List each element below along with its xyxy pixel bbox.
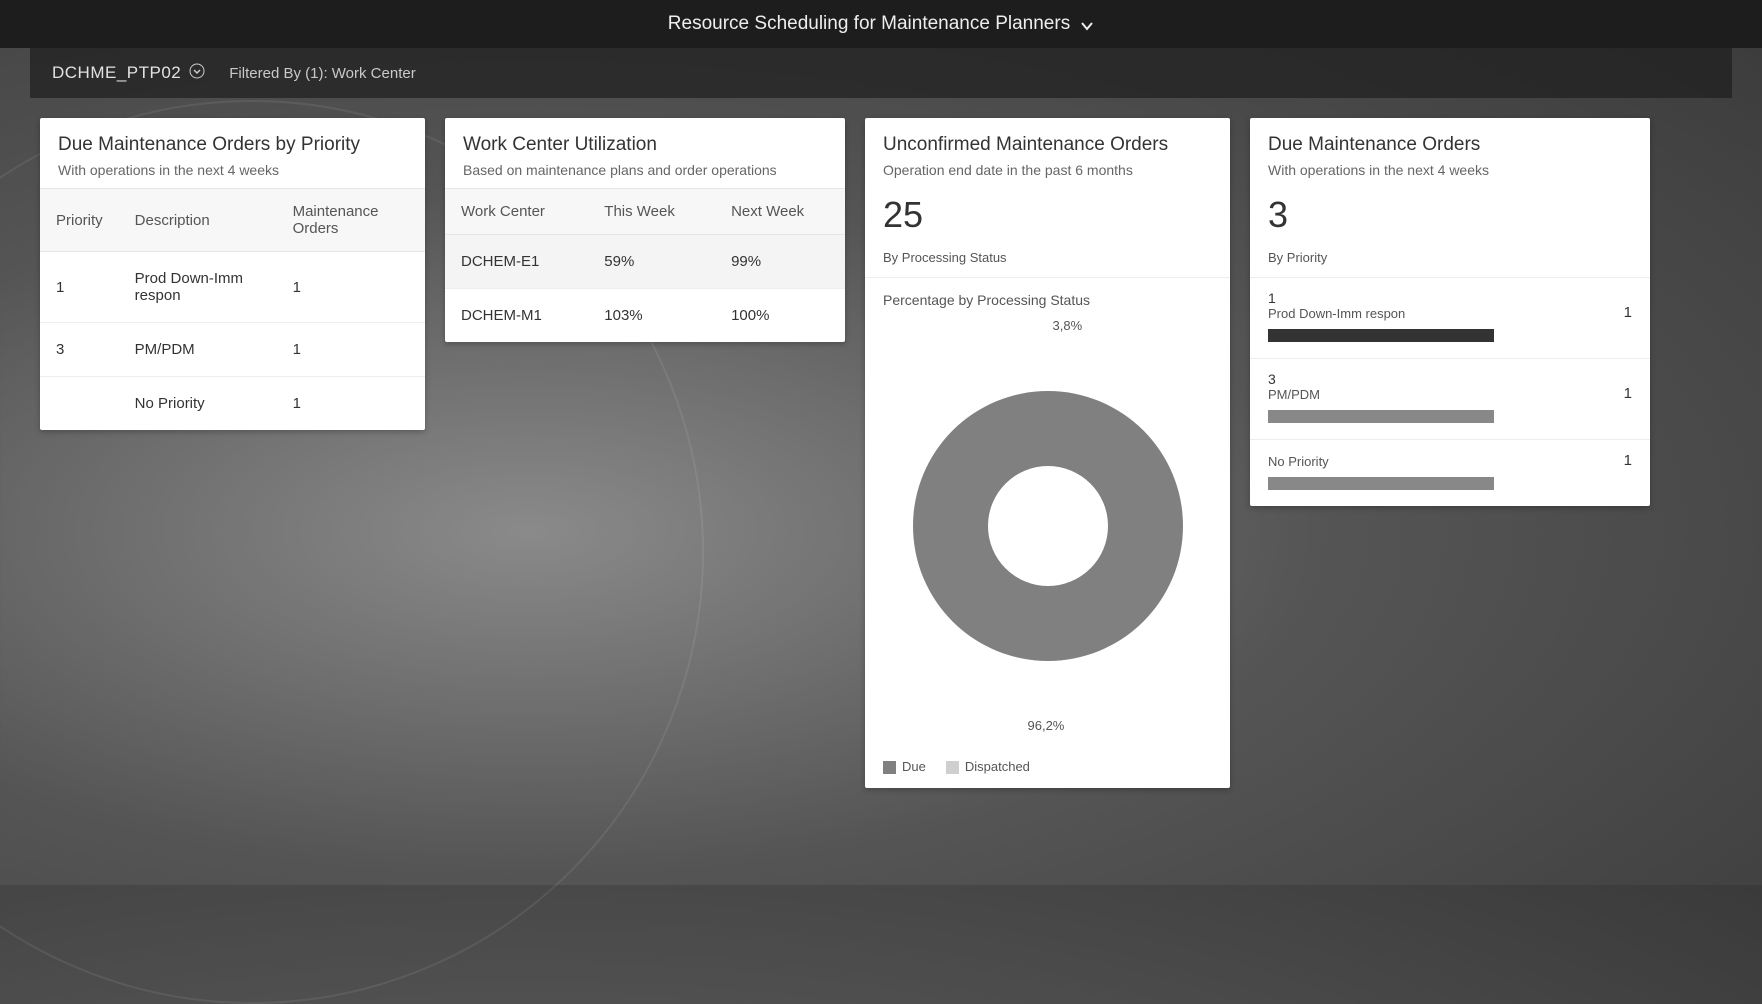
- card-title: Due Maintenance Orders by Priority: [58, 134, 407, 156]
- section-label: By Priority: [1250, 244, 1650, 278]
- card-due-orders-by-priority[interactable]: Due Maintenance Orders by Priority With …: [40, 118, 425, 430]
- card-subtitle: Based on maintenance plans and order ope…: [463, 162, 827, 178]
- chevron-down-icon: [1080, 17, 1094, 31]
- donut-chart: 3,8% 96,2%: [865, 308, 1230, 745]
- chart-legend: Due Dispatched: [865, 745, 1230, 788]
- page-title-dropdown[interactable]: Resource Scheduling for Maintenance Plan…: [668, 13, 1094, 35]
- slice-label-due: 96,2%: [1028, 718, 1065, 733]
- col-priority: Priority: [40, 189, 119, 252]
- bar-item[interactable]: 1 Prod Down-Imm respon 1: [1250, 278, 1650, 359]
- section-label: By Processing Status: [865, 244, 1230, 278]
- table-row[interactable]: DCHEM-E1 59% 99%: [445, 235, 845, 289]
- card-header: Due Maintenance Orders With operations i…: [1250, 118, 1650, 188]
- card-work-center-utilization[interactable]: Work Center Utilization Based on mainten…: [445, 118, 845, 342]
- bar-fill: [1268, 329, 1494, 342]
- col-next-week: Next Week: [715, 189, 845, 235]
- swatch-icon: [883, 761, 896, 774]
- utilization-table: Work Center This Week Next Week DCHEM-E1…: [445, 188, 845, 342]
- page-title: Resource Scheduling for Maintenance Plan…: [668, 13, 1070, 35]
- chevron-circle-down-icon: [189, 63, 205, 84]
- slice-label-dispatched: 3,8%: [1053, 318, 1083, 333]
- kpi-value: 25: [865, 188, 1230, 244]
- bar-item[interactable]: No Priority 1: [1250, 440, 1650, 506]
- filter-summary[interactable]: Filtered By (1): Work Center: [229, 65, 415, 82]
- col-orders: Maintenance Orders: [277, 189, 425, 252]
- card-container: Due Maintenance Orders by Priority With …: [0, 98, 1762, 808]
- legend-item-due: Due: [883, 759, 926, 774]
- table-row[interactable]: DCHEM-M1 103% 100%: [445, 289, 845, 343]
- card-subtitle: With operations in the next 4 weeks: [1268, 162, 1632, 178]
- bar-fill: [1268, 477, 1494, 490]
- page-header: Resource Scheduling for Maintenance Plan…: [0, 0, 1762, 48]
- table-row[interactable]: 3 PM/PDM 1: [40, 323, 425, 377]
- card-title: Due Maintenance Orders: [1268, 134, 1632, 156]
- legend-item-dispatched: Dispatched: [946, 759, 1030, 774]
- card-title: Unconfirmed Maintenance Orders: [883, 134, 1212, 156]
- sub-header: DCHME_PTP02 Filtered By (1): Work Center: [30, 48, 1732, 98]
- col-description: Description: [119, 189, 277, 252]
- table-row[interactable]: No Priority 1: [40, 377, 425, 431]
- col-work-center: Work Center: [445, 189, 588, 235]
- card-subtitle: Operation end date in the past 6 months: [883, 162, 1212, 178]
- chart-caption: Percentage by Processing Status: [865, 278, 1230, 308]
- card-header: Unconfirmed Maintenance Orders Operation…: [865, 118, 1230, 188]
- kpi-value: 3: [1250, 188, 1650, 244]
- priority-table: Priority Description Maintenance Orders …: [40, 188, 425, 430]
- bar-fill: [1268, 410, 1494, 423]
- variant-selector[interactable]: DCHME_PTP02: [52, 63, 205, 84]
- swatch-icon: [946, 761, 959, 774]
- table-row[interactable]: 1 Prod Down-Imm respon 1: [40, 252, 425, 323]
- bar-item[interactable]: 3 PM/PDM 1: [1250, 359, 1650, 440]
- card-unconfirmed-orders[interactable]: Unconfirmed Maintenance Orders Operation…: [865, 118, 1230, 788]
- card-header: Work Center Utilization Based on mainten…: [445, 118, 845, 188]
- card-subtitle: With operations in the next 4 weeks: [58, 162, 407, 178]
- col-this-week: This Week: [588, 189, 715, 235]
- card-title: Work Center Utilization: [463, 134, 827, 156]
- variant-name: DCHME_PTP02: [52, 63, 181, 83]
- card-due-orders-summary[interactable]: Due Maintenance Orders With operations i…: [1250, 118, 1650, 506]
- card-header: Due Maintenance Orders by Priority With …: [40, 118, 425, 188]
